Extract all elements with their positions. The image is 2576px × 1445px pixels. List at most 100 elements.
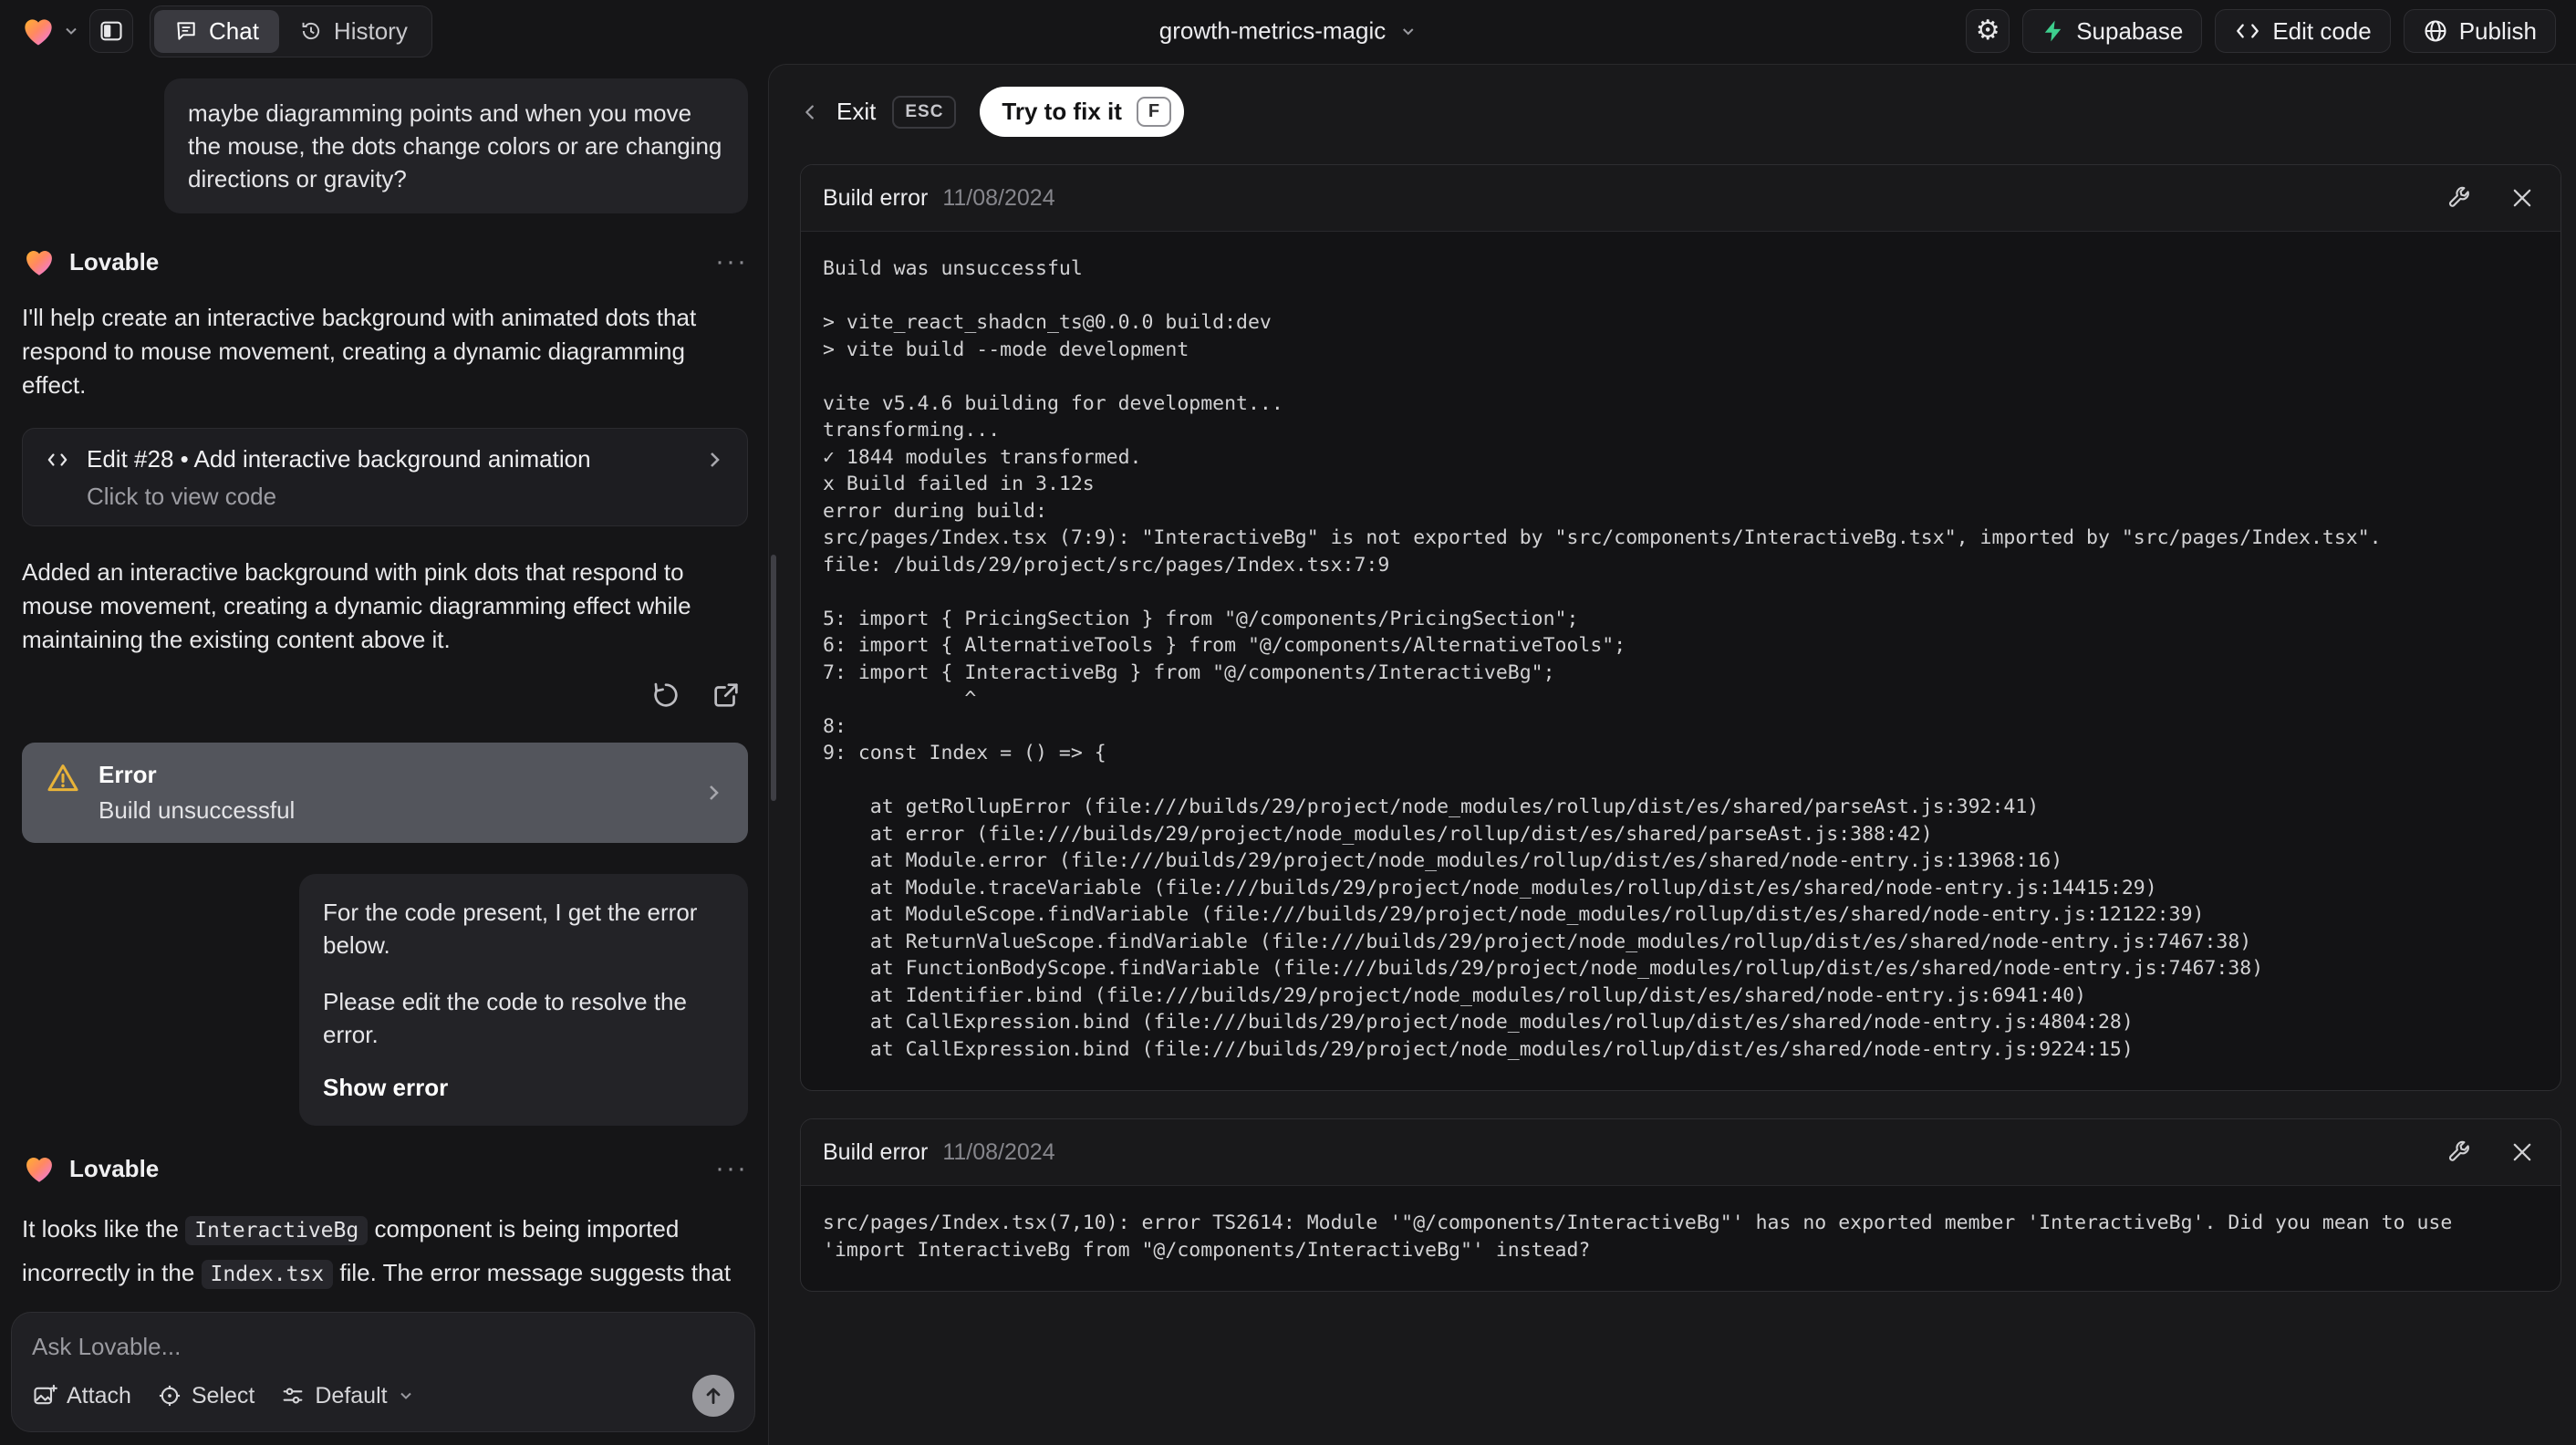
tab-chat-label: Chat [209,16,259,45]
tab-chat[interactable]: Chat [154,9,279,53]
user-message: maybe diagramming points and when you mo… [164,78,748,213]
attach-label: Attach [67,1382,131,1409]
fix-error-button[interactable] [2442,182,2475,214]
close-error-button[interactable] [2506,182,2539,214]
supabase-bolt-icon [2044,20,2062,42]
chat-input[interactable] [32,1333,734,1375]
lovable-logo-menu[interactable] [20,13,80,49]
try-to-fix-button[interactable]: Try to fix it F [980,87,1185,137]
build-error-title: Build error [823,1138,929,1165]
lovable-app: Chat History growth-metrics-magic ⚙ Supa… [0,0,2576,1445]
chat-bubble-icon [177,22,195,40]
assistant-text: I'll help create an interactive backgrou… [22,304,697,399]
tab-history-label: History [333,16,408,45]
preview-panel: Exit ESC Try to fix it F Build error 11/… [768,64,2576,1445]
build-error-tools [2442,1136,2539,1169]
attach-image-icon [34,1384,57,1405]
lovable-heart-icon [25,19,52,46]
error-card-text: Error Build unsuccessful [99,761,295,825]
gear-icon: ⚙ [1975,16,2000,46]
chat-scrollbar[interactable] [771,555,776,801]
toolbar-left-group: Chat History [20,5,432,57]
inline-code: Index.tsx [201,1260,334,1289]
lovable-heart-icon [26,1158,52,1182]
model-label: Default [315,1382,388,1409]
edit-card-28[interactable]: Edit #28 • Add interactive background an… [22,428,748,526]
restore-version-button[interactable] [648,677,684,713]
settings-button[interactable]: ⚙ [1966,9,2010,53]
show-error-link[interactable]: Show error [323,1071,448,1104]
supabase-button[interactable]: Supabase [2022,9,2203,53]
build-error-date: 11/08/2024 [942,1138,1055,1165]
build-error-date: 11/08/2024 [942,184,1055,211]
chevron-left-icon [805,104,814,120]
build-error-title: Build error [823,184,929,211]
attach-button[interactable]: Attach [32,1383,131,1409]
edit-card-row: Edit #28 • Add interactive background an… [45,445,725,473]
user-message-line: Please edit the code to resolve the erro… [323,988,687,1048]
edit-code-label: Edit code [2272,16,2372,45]
chevron-down-icon [1402,27,1413,35]
crosshair-icon [159,1385,180,1407]
publish-label: Publish [2458,16,2537,45]
arrow-up-icon [706,1388,721,1404]
select-element-button[interactable]: Select [157,1383,254,1409]
exit-button[interactable]: Exit ESC [800,95,957,129]
chevron-down-icon [400,1392,411,1399]
build-error-panel-1: Build error 11/08/2024 Build was unsucce… [800,164,2561,1091]
build-error-panel-2: Build error 11/08/2024 src/pages/Index.t… [800,1118,2561,1292]
close-icon [2513,189,2531,207]
open-preview-button[interactable] [708,677,744,713]
close-error-button[interactable] [2506,1136,2539,1169]
inline-code: InteractiveBg [185,1216,369,1245]
project-switcher[interactable]: growth-metrics-magic [1159,17,1418,46]
edit-code-button[interactable]: Edit code [2215,9,2391,53]
model-selector[interactable]: Default [280,1383,414,1409]
warning-triangle-icon [47,764,78,792]
build-error-log: src/pages/Index.tsx(7,10): error TS2614:… [823,1211,2465,1262]
lovable-heart-icon [26,251,52,275]
assistant-paragraph: It looks like the InteractiveBg componen… [22,1208,748,1299]
publish-button[interactable]: Publish [2403,9,2556,53]
restore-icon [654,682,678,707]
external-link-icon [714,683,738,707]
message-menu-button[interactable]: ··· [715,1153,748,1184]
send-button[interactable] [692,1375,734,1417]
chevron-down-icon [66,27,77,35]
chevron-right-icon [710,785,719,800]
user-message-line: For the code present, I get the error be… [323,899,698,959]
error-card-title: Error [99,761,157,788]
build-error-card[interactable]: Error Build unsuccessful [22,743,748,843]
build-error-header: Build error 11/08/2024 [801,1119,2560,1186]
select-label: Select [191,1382,255,1409]
user-message-text: maybe diagramming points and when you mo… [188,99,722,192]
main-area: maybe diagramming points and when you mo… [0,62,2576,1445]
tab-history[interactable]: History [279,10,428,53]
chat-message-list: maybe diagramming points and when you mo… [0,71,766,1299]
assistant-header: Lovable ··· [22,244,748,279]
sliders-icon [283,1388,303,1404]
edit-card-title: Edit #28 • Add interactive background an… [87,445,591,473]
assistant-name: Lovable [69,247,160,275]
message-menu-button[interactable]: ··· [715,246,748,277]
project-name: growth-metrics-magic [1158,16,1387,45]
warning-icon-wrap [46,761,80,795]
edit-card-subtitle: Click to view code [87,483,277,510]
close-icon [2513,1143,2531,1161]
error-mode-header: Exit ESC Try to fix it F [800,65,2561,153]
globe-icon [2425,20,2446,42]
history-clock-icon [302,22,320,40]
sidebar-toggle-button[interactable] [89,9,133,53]
chat-composer: Attach Select [11,1312,755,1432]
assistant-paragraph: Added an interactive background with pin… [22,556,748,657]
wrench-icon [2448,186,2469,207]
esc-key-badge: ESC [892,95,957,129]
exit-label: Exit [836,98,877,125]
build-error-tools [2442,182,2539,214]
top-toolbar: Chat History growth-metrics-magic ⚙ Supa… [0,0,2576,62]
error-card-subtitle: Build unsuccessful [99,796,296,824]
chat-panel: maybe diagramming points and when you mo… [0,62,766,1445]
assistant-header: Lovable ··· [22,1151,748,1186]
fix-error-button[interactable] [2442,1136,2475,1169]
